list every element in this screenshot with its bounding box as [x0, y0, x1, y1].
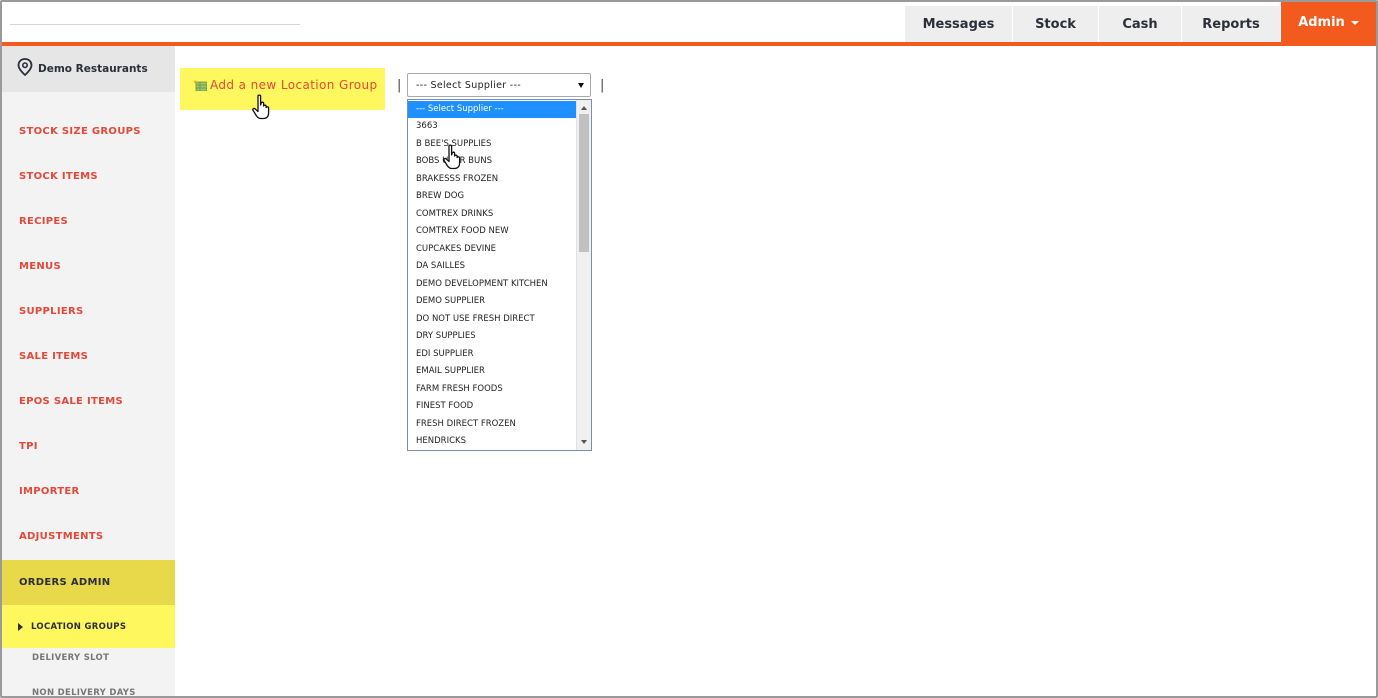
supplier-option[interactable]: FINEST FOOD — [408, 398, 578, 415]
sidebar-subitem-non-delivery-days[interactable]: NON DELIVERY DAYS — [2, 673, 175, 696]
separator-right: | — [600, 78, 605, 93]
admin-label: Admin — [1298, 14, 1345, 30]
dropdown-arrow-icon — [578, 83, 584, 88]
supplier-option[interactable]: FRESH DIRECT FROZEN — [408, 416, 578, 433]
supplier-option[interactable]: BRAKESSS FROZEN — [408, 171, 578, 188]
nav-tab-cash[interactable]: Cash — [1099, 6, 1182, 42]
supplier-option[interactable]: FARM FRESH FOODS — [408, 381, 578, 398]
supplier-option[interactable]: HENDRICKS — [408, 433, 578, 450]
supplier-option[interactable]: DRY SUPPLIES — [408, 328, 578, 345]
add-table-icon — [194, 80, 207, 91]
sidebar-item-menus[interactable]: MENUS — [2, 244, 175, 289]
supplier-dropdown-list[interactable]: --- Select Supplier --- 3663 B BEE'S SUP… — [407, 99, 592, 451]
sidebar-item-recipes[interactable]: RECIPES — [2, 199, 175, 244]
sidebar-item-adjustments[interactable]: ADJUSTMENTS — [2, 514, 175, 559]
supplier-option[interactable]: 3663 — [408, 118, 578, 135]
org-selector[interactable]: Demo Restaurants — [2, 46, 175, 92]
hand-pointer-cursor-icon — [443, 144, 461, 170]
supplier-option[interactable]: CUPCAKES DEVINE — [408, 241, 578, 258]
admin-menu-button[interactable]: Admin — [1281, 2, 1376, 42]
add-location-group-link[interactable]: Add a new Location Group — [180, 68, 385, 110]
scroll-up-arrow-icon[interactable] — [581, 106, 587, 110]
supplier-option[interactable]: BREW DOG — [408, 188, 578, 205]
supplier-select-value: --- Select Supplier --- — [416, 80, 521, 91]
supplier-option[interactable]: BOBS UBER BUNS — [408, 153, 578, 170]
dropdown-scrollbar[interactable] — [576, 100, 591, 450]
scroll-down-arrow-icon[interactable] — [581, 440, 587, 444]
sidebar-subitem-delivery-slot[interactable]: DELIVERY SLOT — [2, 638, 175, 678]
nav-tab-messages[interactable]: Messages — [905, 6, 1013, 42]
triangle-right-icon — [18, 622, 23, 631]
search-field-underline[interactable] — [10, 24, 300, 25]
supplier-option[interactable]: DEMO DEVELOPMENT KITCHEN — [408, 276, 578, 293]
sidebar: Demo Restaurants STOCK SIZE GROUPS STOCK… — [2, 46, 175, 696]
separator-left: | — [397, 78, 402, 93]
add-location-group-label: Add a new Location Group — [210, 78, 378, 92]
nav-tab-reports[interactable]: Reports — [1182, 6, 1281, 42]
supplier-option[interactable]: EDI SUPPLIER — [408, 346, 578, 363]
supplier-option[interactable]: DA SAILLES — [408, 258, 578, 275]
supplier-option[interactable]: EMAIL SUPPLIER — [408, 363, 578, 380]
supplier-option[interactable]: DO NOT USE FRESH DIRECT — [408, 311, 578, 328]
nav-tab-stock[interactable]: Stock — [1013, 6, 1099, 42]
sidebar-item-importer[interactable]: IMPORTER — [2, 469, 175, 514]
caret-down-icon — [1350, 21, 1359, 25]
sidebar-item-stock-items[interactable]: STOCK ITEMS — [2, 154, 175, 199]
sidebar-subitem-label: LOCATION GROUPS — [31, 621, 127, 632]
sidebar-item-orders-admin[interactable]: ORDERS ADMIN — [2, 560, 175, 605]
org-name: Demo Restaurants — [38, 63, 148, 75]
top-navbar: Messages Stock Cash Reports Admin — [2, 2, 1376, 46]
sidebar-item-stock-size-groups[interactable]: STOCK SIZE GROUPS — [2, 109, 175, 154]
hand-pointer-cursor-icon — [252, 94, 270, 120]
supplier-option[interactable]: --- Select Supplier --- — [408, 101, 578, 118]
scrollbar-thumb[interactable] — [579, 114, 589, 252]
sidebar-item-sale-items[interactable]: SALE ITEMS — [2, 334, 175, 379]
sidebar-item-suppliers[interactable]: SUPPLIERS — [2, 289, 175, 334]
supplier-option[interactable]: DEMO SUPPLIER — [408, 293, 578, 310]
location-pin-icon — [17, 58, 33, 76]
sidebar-item-tpi[interactable]: TPI — [2, 424, 175, 469]
supplier-option[interactable]: B BEE'S SUPPLIES — [408, 136, 578, 153]
app-frame: Messages Stock Cash Reports Admin Demo R… — [0, 0, 1378, 698]
sidebar-item-epos-sale-items[interactable]: EPOS SALE ITEMS — [2, 379, 175, 424]
supplier-select[interactable]: --- Select Supplier --- — [407, 73, 591, 97]
supplier-option[interactable]: COMTREX DRINKS — [408, 206, 578, 223]
supplier-option[interactable]: COMTREX FOOD NEW — [408, 223, 578, 240]
